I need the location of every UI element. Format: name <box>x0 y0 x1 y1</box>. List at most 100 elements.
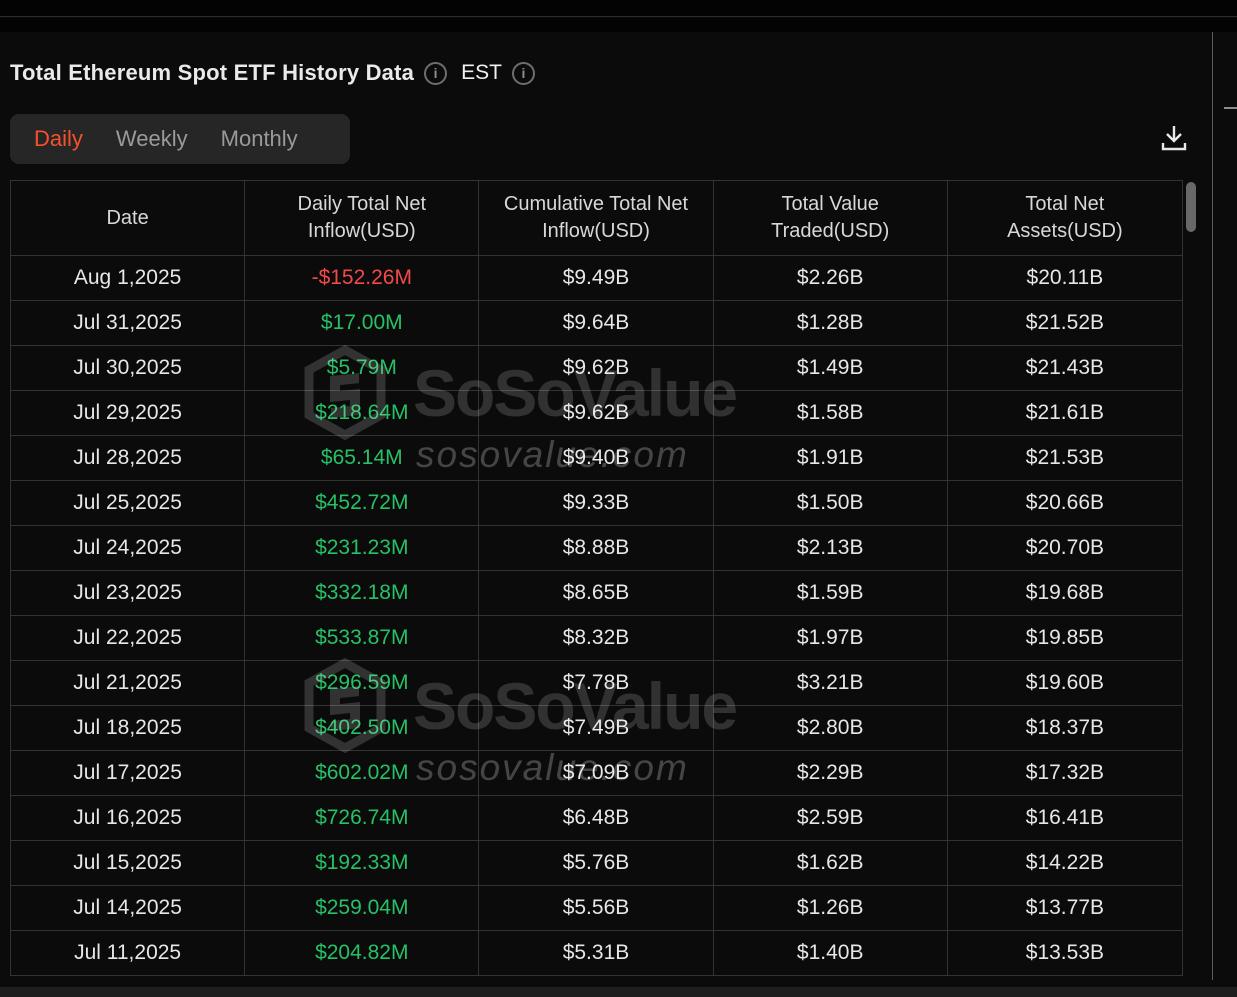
cell-date: Jul 22,2025 <box>11 616 245 660</box>
cell-cumulative: $9.33B <box>479 481 713 525</box>
cell-cumulative: $5.56B <box>479 886 713 930</box>
info-icon[interactable]: i <box>424 62 447 85</box>
table-header-row: DateDaily Total Net Inflow(USD)Cumulativ… <box>11 181 1182 255</box>
cell-assets: $20.70B <box>948 526 1182 570</box>
cell-daily: $231.23M <box>245 526 479 570</box>
cell-date: Jul 18,2025 <box>11 706 245 750</box>
cell-date: Jul 16,2025 <box>11 796 245 840</box>
cell-assets: $18.37B <box>948 706 1182 750</box>
cell-traded: $1.40B <box>714 931 948 975</box>
cell-cumulative: $5.76B <box>479 841 713 885</box>
cell-assets: $19.68B <box>948 571 1182 615</box>
column-header: Date <box>11 181 245 255</box>
cell-assets: $17.32B <box>948 751 1182 795</box>
cell-traded: $2.29B <box>714 751 948 795</box>
cell-date: Jul 24,2025 <box>11 526 245 570</box>
title-row: Total Ethereum Spot ETF History Data i E… <box>10 58 535 88</box>
table-row: Jul 21,2025$296.59M$7.78B$3.21B$19.60B <box>11 660 1182 705</box>
cell-cumulative: $8.65B <box>479 571 713 615</box>
scrollbar-tick <box>1224 107 1237 109</box>
cell-traded: $1.28B <box>714 301 948 345</box>
page-title: Total Ethereum Spot ETF History Data <box>10 60 414 86</box>
top-strip <box>0 18 1237 32</box>
column-header: Total Value Traded(USD) <box>714 181 948 255</box>
cell-assets: $14.22B <box>948 841 1182 885</box>
cell-daily: $259.04M <box>245 886 479 930</box>
timezone-label: EST <box>461 61 502 85</box>
column-header: Total Net Assets(USD) <box>948 181 1182 255</box>
cell-date: Jul 14,2025 <box>11 886 245 930</box>
cell-cumulative: $5.31B <box>479 931 713 975</box>
cell-daily: $533.87M <box>245 616 479 660</box>
table-row: Jul 15,2025$192.33M$5.76B$1.62B$14.22B <box>11 840 1182 885</box>
cell-cumulative: $8.88B <box>479 526 713 570</box>
cell-assets: $13.53B <box>948 931 1182 975</box>
table-row: Jul 24,2025$231.23M$8.88B$2.13B$20.70B <box>11 525 1182 570</box>
cell-date: Jul 31,2025 <box>11 301 245 345</box>
table-row: Jul 11,2025$204.82M$5.31B$1.40B$13.53B <box>11 930 1182 975</box>
cell-daily: $332.18M <box>245 571 479 615</box>
tabs: Daily Weekly Monthly <box>10 114 350 164</box>
cell-daily: $204.82M <box>245 931 479 975</box>
table-row: Jul 30,2025$5.79M$9.62B$1.49B$21.43B <box>11 345 1182 390</box>
cell-assets: $21.52B <box>948 301 1182 345</box>
cell-traded: $1.49B <box>714 346 948 390</box>
cell-assets: $20.66B <box>948 481 1182 525</box>
table-row: Aug 1,2025-$152.26M$9.49B$2.26B$20.11B <box>11 255 1182 300</box>
table-body: Aug 1,2025-$152.26M$9.49B$2.26B$20.11BJu… <box>11 255 1182 975</box>
cell-date: Jul 21,2025 <box>11 661 245 705</box>
cell-cumulative: $7.78B <box>479 661 713 705</box>
tab-daily[interactable]: Daily <box>22 126 95 152</box>
table-row: Jul 18,2025$402.50M$7.49B$2.80B$18.37B <box>11 705 1182 750</box>
cell-assets: $20.11B <box>948 256 1182 300</box>
cell-daily: $218.64M <box>245 391 479 435</box>
download-button[interactable] <box>1154 118 1194 158</box>
cell-date: Jul 23,2025 <box>11 571 245 615</box>
cell-traded: $1.62B <box>714 841 948 885</box>
cell-cumulative: $9.40B <box>479 436 713 480</box>
timezone-info-icon[interactable]: i <box>512 62 535 85</box>
cell-traded: $2.13B <box>714 526 948 570</box>
cell-traded: $1.97B <box>714 616 948 660</box>
cell-traded: $1.26B <box>714 886 948 930</box>
cell-daily: $296.59M <box>245 661 479 705</box>
cell-traded: $2.80B <box>714 706 948 750</box>
cell-cumulative: $6.48B <box>479 796 713 840</box>
table-row: Jul 16,2025$726.74M$6.48B$2.59B$16.41B <box>11 795 1182 840</box>
cell-cumulative: $9.62B <box>479 391 713 435</box>
table-row: Jul 31,2025$17.00M$9.64B$1.28B$21.52B <box>11 300 1182 345</box>
cell-date: Jul 28,2025 <box>11 436 245 480</box>
cell-date: Jul 15,2025 <box>11 841 245 885</box>
cell-traded: $1.59B <box>714 571 948 615</box>
cell-daily: $5.79M <box>245 346 479 390</box>
cell-assets: $19.85B <box>948 616 1182 660</box>
cell-daily: $17.00M <box>245 301 479 345</box>
cell-cumulative: $8.32B <box>479 616 713 660</box>
cell-assets: $21.61B <box>948 391 1182 435</box>
tab-weekly[interactable]: Weekly <box>104 126 200 152</box>
cell-assets: $13.77B <box>948 886 1182 930</box>
cell-cumulative: $7.49B <box>479 706 713 750</box>
horizontal-scrollbar[interactable] <box>0 987 1237 997</box>
cell-cumulative: $9.62B <box>479 346 713 390</box>
table-row: Jul 29,2025$218.64M$9.62B$1.58B$21.61B <box>11 390 1182 435</box>
cell-assets: $21.53B <box>948 436 1182 480</box>
cell-date: Jul 29,2025 <box>11 391 245 435</box>
cell-daily: $402.50M <box>245 706 479 750</box>
table-row: Jul 28,2025$65.14M$9.40B$1.91B$21.53B <box>11 435 1182 480</box>
cell-date: Jul 30,2025 <box>11 346 245 390</box>
tab-monthly[interactable]: Monthly <box>209 126 310 152</box>
cell-traded: $2.59B <box>714 796 948 840</box>
column-header: Daily Total Net Inflow(USD) <box>245 181 479 255</box>
history-table: DateDaily Total Net Inflow(USD)Cumulativ… <box>10 180 1183 976</box>
column-header: Cumulative Total Net Inflow(USD) <box>479 181 713 255</box>
table-scrollbar-thumb[interactable] <box>1186 182 1196 232</box>
cell-date: Jul 17,2025 <box>11 751 245 795</box>
cell-daily: $452.72M <box>245 481 479 525</box>
table-row: Jul 17,2025$602.02M$7.09B$2.29B$17.32B <box>11 750 1182 795</box>
table-row: Jul 14,2025$259.04M$5.56B$1.26B$13.77B <box>11 885 1182 930</box>
cell-traded: $2.26B <box>714 256 948 300</box>
cell-traded: $3.21B <box>714 661 948 705</box>
cell-assets: $16.41B <box>948 796 1182 840</box>
cell-daily: $602.02M <box>245 751 479 795</box>
